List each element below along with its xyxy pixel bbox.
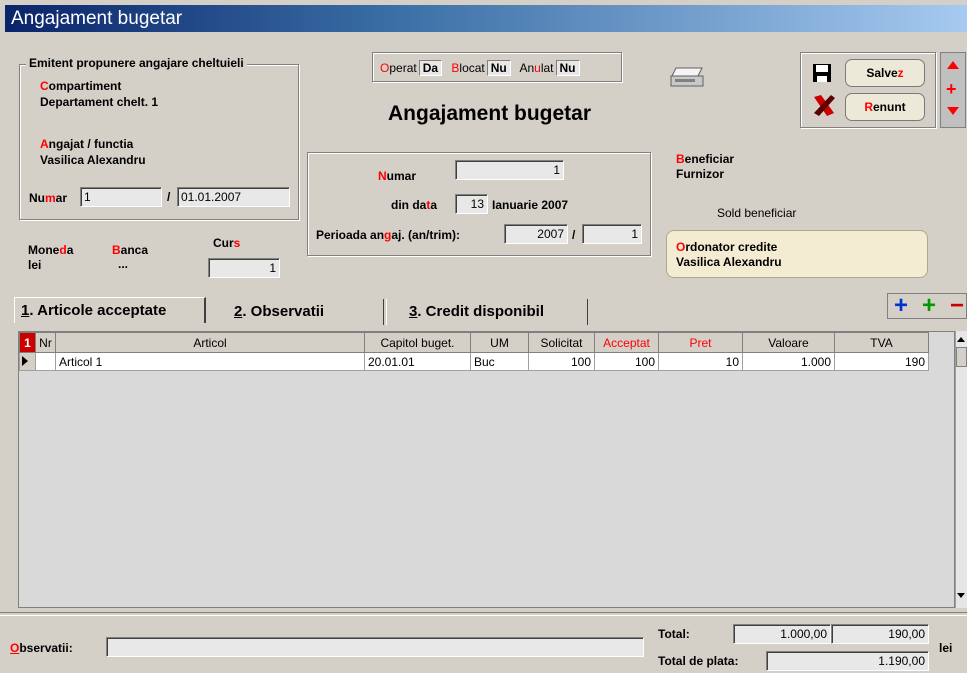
add-green-icon[interactable]: + [922,292,936,320]
window-title: Angajament bugetar [11,8,183,29]
tab-observatii[interactable]: 2. Observatii [208,299,384,325]
compartiment-label: Compartiment [40,79,122,93]
curs-field[interactable]: 1 [208,258,280,278]
nav-arrows: + [940,52,966,128]
add-red-icon[interactable]: + [946,80,957,98]
total-valoare-field: 1.000,00 [733,624,831,644]
ordonator-value: Vasilica Alexandru [676,255,782,269]
operat-value: Da [418,60,443,76]
tab-credit-disponibil[interactable]: 3. Credit disponibil [386,299,588,325]
scroll-down-icon[interactable] [957,593,965,598]
col-solicitat[interactable]: Solicitat [528,332,595,353]
row-indicator[interactable] [19,352,36,371]
sold-beneficiar-label: Sold beneficiar [717,206,797,220]
emitent-data-field[interactable]: 01.01.2007 [177,187,290,207]
total-plata-label: Total de plata: [658,654,739,668]
col-acceptat[interactable]: Acceptat [594,332,659,353]
moneda-label: Moneda [28,243,74,257]
articles-grid[interactable]: 1 Nr Articol Capitol buget. UM Solicitat… [18,331,955,608]
row-actions: + + − [887,292,967,320]
anulat-label: Anulat [519,61,554,75]
emitent-numar-field[interactable]: 1 [80,187,162,207]
ordonator-label: Ordonator credite [676,240,778,254]
angajat-label: Angajat / functia [40,137,134,151]
total-label: Total: [658,627,690,641]
observatii-label: Observatii: [10,641,73,655]
document-day-field[interactable]: 13 [455,194,488,214]
page-title: Angajament bugetar [388,102,592,125]
banca-label: Banca [112,243,149,257]
status-flags: Operat Da Blocat Nu Anulat Nu [380,60,586,76]
grid-scrollbar[interactable] [955,331,967,608]
perioada-label: Perioada angaj. (an/trim): [316,228,461,242]
row-pointer-icon [22,355,28,366]
scroll-up-icon[interactable] [957,337,965,342]
arrow-up-icon[interactable] [947,61,959,69]
remove-red-icon[interactable]: − [950,292,964,320]
beneficiar-label: Beneficiar [676,152,735,166]
anulat-value: Nu [555,60,580,76]
operat-label: Operat [380,61,417,75]
cell-capitol[interactable]: 20.01.01 [364,352,471,371]
printer-icon[interactable] [668,64,708,92]
document-numar-label: Numar [378,169,417,183]
grid-corner[interactable]: 1 [19,332,36,353]
cell-nr[interactable] [35,352,56,371]
blocat-label: Blocat [451,61,485,75]
tab-articole-acceptate[interactable]: 1. Articole acceptate [14,297,206,323]
cell-solicitat[interactable]: 100 [528,352,595,371]
grid-header-row: 1 Nr Articol Capitol buget. UM Solicitat… [19,332,929,353]
col-tva[interactable]: TVA [834,332,929,353]
document-data-label: din data [391,198,438,212]
document-numar-field[interactable]: 1 [455,160,564,180]
perioada-separator: / [572,228,576,242]
arrow-down-icon[interactable] [947,107,959,115]
window-title-bar[interactable]: Angajament bugetar [5,5,967,32]
table-row[interactable]: Articol 1 20.01.01 Buc 100 100 10 1.000 … [19,352,929,371]
curs-label: Curs [213,236,241,250]
cell-acceptat[interactable]: 100 [594,352,659,371]
currency-label: lei [939,641,953,655]
blocat-value: Nu [486,60,511,76]
col-capitol[interactable]: Capitol buget. [364,332,471,353]
document-data-rest: Ianuarie 2007 [492,198,569,212]
cell-um[interactable]: Buc [470,352,529,371]
col-pret[interactable]: Pret [658,332,743,353]
emitent-numar-label: Numar [29,191,68,205]
scroll-thumb[interactable] [956,347,967,367]
articles-table: 1 Nr Articol Capitol buget. UM Solicitat… [19,332,929,371]
total-plata-field: 1.190,00 [766,651,929,671]
cancel-icon[interactable] [811,92,837,118]
observatii-field[interactable] [106,637,644,657]
ordonator-box[interactable] [666,230,928,278]
col-nr[interactable]: Nr [35,332,56,353]
date-separator: / [167,190,171,204]
emitent-legend: Emitent propunere angajare cheltuieli [26,56,247,70]
cell-pret[interactable]: 10 [658,352,743,371]
total-tva-field: 190,00 [831,624,929,644]
cell-tva[interactable]: 190 [834,352,929,371]
furnizor-label: Furnizor [676,167,724,181]
perioada-trim-field[interactable]: 1 [582,224,642,244]
compartiment-value: Departament chelt. 1 [40,95,159,109]
perioada-an-field[interactable]: 2007 [504,224,568,244]
col-articol[interactable]: Articol [55,332,365,353]
banca-value: ... [118,257,129,271]
save-button[interactable]: Salvez [845,59,925,87]
cell-articol[interactable]: Articol 1 [55,352,365,371]
angajat-value: Vasilica Alexandru [40,153,146,167]
cell-valoare[interactable]: 1.000 [742,352,835,371]
save-icon[interactable] [811,62,833,84]
col-um[interactable]: UM [470,332,529,353]
moneda-value: lei [28,258,42,272]
footer-divider [0,612,967,616]
cancel-button[interactable]: Renunt [845,93,925,121]
add-blue-icon[interactable]: + [894,292,908,320]
col-valoare[interactable]: Valoare [742,332,835,353]
